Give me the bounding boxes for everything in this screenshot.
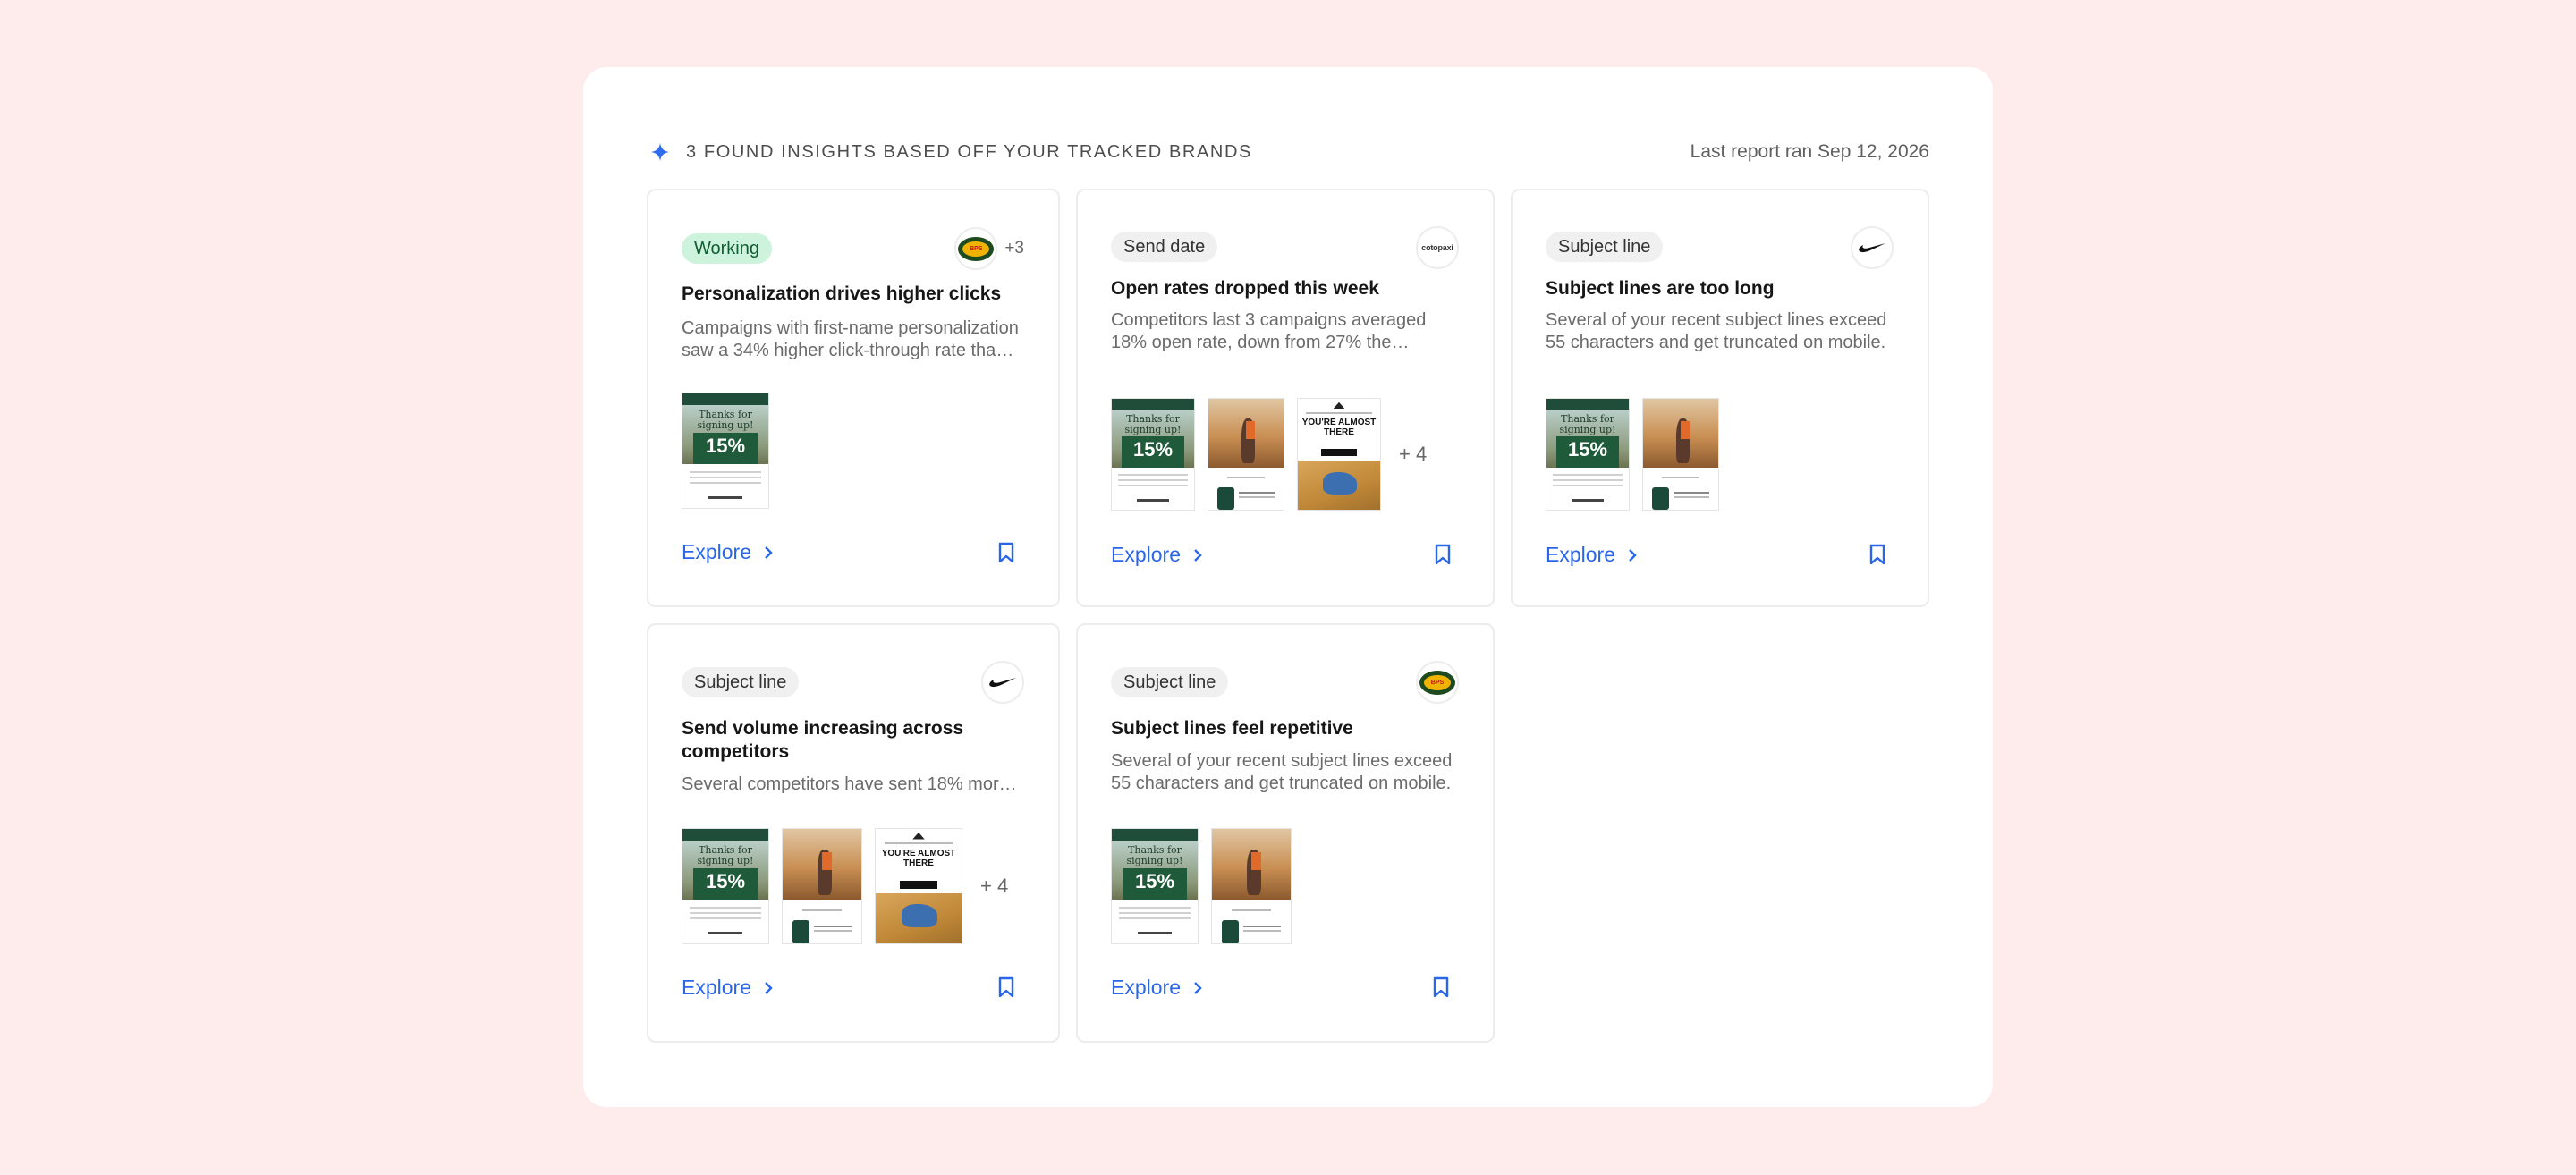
email-thumbnail[interactable]: Thanks for signing up! 15%: [1111, 398, 1195, 511]
category-badge: Send date: [1111, 232, 1218, 262]
email-thumbnail[interactable]: YOU'RE ALMOST THERE: [1297, 398, 1381, 511]
bass-pro-shops-logo: BPS: [1416, 661, 1459, 704]
insight-card[interactable]: Working BPS +3 Personalization drives hi…: [647, 189, 1060, 607]
explore-label: Explore: [1111, 976, 1181, 999]
email-thumbnails: Thanks for signing up! 15%: [1111, 828, 1292, 944]
bookmark-icon[interactable]: [1434, 544, 1452, 565]
status-badge: Working: [682, 233, 772, 264]
more-thumbnails-count: + 4: [1399, 443, 1428, 465]
insight-title: Subject lines feel repetitive: [1111, 718, 1353, 739]
email-thumbnails: Thanks for signing up! 15%: [1546, 398, 1719, 511]
insights-header: 3 FOUND INSIGHTS BASED OFF YOUR TRACKED …: [650, 136, 1929, 168]
insight-description: Several of your recent subject lines exc…: [1546, 310, 1887, 352]
brand-logos: [981, 661, 1024, 704]
insight-card[interactable]: Subject line Send volume increasing acro…: [647, 623, 1060, 1043]
email-thumbnail[interactable]: [1642, 398, 1719, 511]
insight-description: Several of your recent subject lines exc…: [1111, 751, 1453, 793]
brand-logos: BPS +3: [954, 227, 1024, 270]
category-badge: Subject line: [1546, 232, 1664, 262]
email-thumbnail[interactable]: Thanks for signing up! 15%: [1111, 828, 1199, 944]
insight-title: Send volume increasing across competitor…: [682, 718, 964, 762]
chevron-right-icon: [1193, 548, 1206, 562]
last-report-text: Last report ran Sep 12, 2026: [1690, 141, 1929, 162]
bass-pro-shops-logo: BPS: [954, 227, 998, 270]
nike-logo: [1851, 226, 1894, 269]
bookmark-icon[interactable]: [997, 976, 1015, 998]
bookmark-icon[interactable]: [997, 542, 1015, 563]
explore-link[interactable]: Explore: [1111, 976, 1206, 1000]
insight-card[interactable]: Send date cotopaxi Open rates dropped th…: [1076, 189, 1495, 607]
explore-link[interactable]: Explore: [682, 976, 776, 1000]
chevron-right-icon: [1193, 981, 1206, 994]
sparkle-icon: [650, 142, 670, 162]
explore-link[interactable]: Explore: [1111, 543, 1206, 567]
insight-description: Several competitors have sent 18% more e…: [682, 774, 1022, 794]
explore-link[interactable]: Explore: [682, 540, 776, 564]
insight-title: Subject lines are too long: [1546, 278, 1775, 299]
email-thumbnail[interactable]: [1211, 828, 1292, 944]
insight-title: Open rates dropped this week: [1111, 278, 1379, 299]
insight-title: Personalization drives higher clicks: [682, 283, 1002, 304]
category-badge: Subject line: [682, 667, 800, 697]
explore-label: Explore: [682, 540, 751, 563]
bookmark-icon[interactable]: [1868, 544, 1886, 565]
insight-card[interactable]: Subject line BPS Subject lines feel repe…: [1076, 623, 1495, 1043]
explore-label: Explore: [1111, 543, 1181, 566]
cotopaxi-logo: cotopaxi: [1416, 226, 1459, 269]
chevron-right-icon: [764, 981, 776, 994]
email-thumbnail[interactable]: YOU'RE ALMOST THERE: [875, 828, 962, 944]
insight-description: Campaigns with first-name personalizatio…: [682, 318, 1019, 360]
brand-logos: cotopaxi: [1416, 226, 1459, 269]
explore-label: Explore: [682, 976, 751, 999]
brand-count: +3: [1004, 239, 1024, 258]
explore-label: Explore: [1546, 543, 1615, 566]
email-thumbnail[interactable]: [782, 828, 862, 944]
email-thumbnail[interactable]: Thanks for signing up! 15%: [682, 393, 769, 509]
nike-logo: [981, 661, 1024, 704]
email-thumbnail[interactable]: Thanks for signing up! 15%: [1546, 398, 1630, 511]
brand-logos: [1851, 226, 1894, 269]
email-thumbnail[interactable]: Thanks for signing up! 15%: [682, 828, 769, 944]
insight-description: Competitors last 3 campaigns averaged 18…: [1111, 310, 1427, 352]
email-thumbnails: Thanks for signing up! 15%: [682, 393, 769, 509]
chevron-right-icon: [764, 545, 776, 559]
email-thumbnail[interactable]: [1208, 398, 1284, 511]
category-badge: Subject line: [1111, 667, 1229, 697]
chevron-right-icon: [1628, 548, 1640, 562]
bookmark-icon[interactable]: [1432, 976, 1450, 998]
email-thumbnails: Thanks for signing up! 15% YOU'RE ALMOST…: [682, 828, 1008, 944]
insights-title: 3 FOUND INSIGHTS BASED OFF YOUR TRACKED …: [686, 141, 1252, 162]
email-thumbnails: Thanks for signing up! 15% YOU'RE ALMOST…: [1111, 398, 1427, 511]
insight-card[interactable]: Subject line Subject lines are too long …: [1511, 189, 1929, 607]
brand-logos: BPS: [1416, 661, 1459, 704]
more-thumbnails-count: + 4: [980, 875, 1009, 897]
explore-link[interactable]: Explore: [1546, 543, 1640, 567]
